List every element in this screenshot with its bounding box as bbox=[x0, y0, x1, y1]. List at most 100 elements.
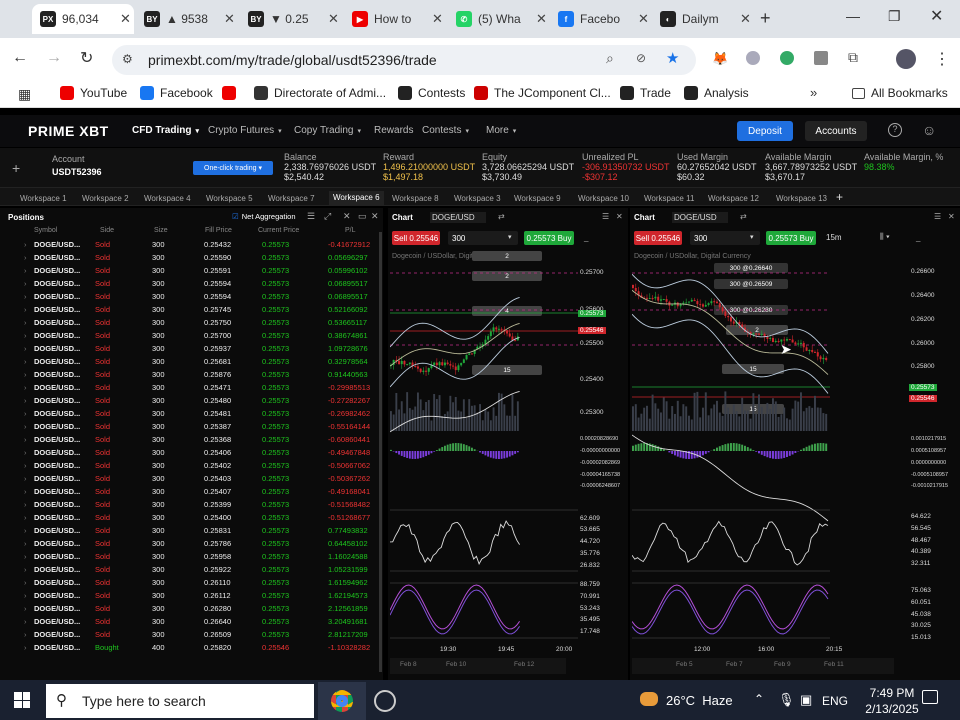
close-window-icon[interactable]: ✕ bbox=[930, 6, 943, 26]
workspace-tab[interactable]: Workspace 3 bbox=[454, 194, 501, 203]
browser-tab[interactable]: BY ▲ 9538 ✕ bbox=[136, 4, 238, 34]
chart-collapse-icon[interactable]: _ bbox=[584, 233, 588, 242]
row-expand-icon[interactable]: › bbox=[24, 539, 27, 548]
bookmark-item[interactable]: Directorate of Admi... bbox=[254, 86, 386, 100]
clock-time[interactable]: 7:49 PM bbox=[862, 686, 922, 700]
tab-close-icon[interactable]: ✕ bbox=[536, 11, 547, 27]
mic-icon[interactable]: 🎙 bbox=[778, 692, 795, 708]
table-row[interactable]: › DOGE/USD... Sold 300 0.25406 0.25573 -0.4946… bbox=[0, 446, 372, 459]
table-row[interactable]: › DOGE/USD... Bought 400 0.25820 0.25546 -1.10… bbox=[0, 641, 372, 654]
positions-column-header[interactable]: Size bbox=[154, 227, 168, 234]
row-expand-icon[interactable]: › bbox=[24, 279, 27, 288]
workspace-tab[interactable]: Workspace 4 bbox=[144, 194, 191, 203]
puzzle-icon[interactable]: ⧉ bbox=[848, 49, 858, 66]
app-nav-item[interactable]: Contests ▾ bbox=[422, 125, 469, 136]
help-icon[interactable]: ? bbox=[888, 123, 902, 137]
language-indicator[interactable]: ENG bbox=[822, 694, 848, 708]
row-expand-icon[interactable]: › bbox=[24, 461, 27, 470]
workspace-tab[interactable]: Workspace 11 bbox=[644, 194, 694, 203]
row-expand-icon[interactable]: › bbox=[24, 305, 27, 314]
chart-menu-icon[interactable]: ☰ bbox=[934, 212, 941, 221]
chart-close-icon[interactable]: ✕ bbox=[616, 212, 623, 221]
symbol-selector[interactable]: DOGE/USD bbox=[430, 212, 486, 223]
row-expand-icon[interactable]: › bbox=[24, 240, 27, 249]
table-row[interactable]: › DOGE/USD... Sold 300 0.25590 0.25573 0.05696… bbox=[0, 251, 372, 264]
bookmark-item[interactable] bbox=[222, 86, 242, 100]
positions-close-icon[interactable]: ✕ bbox=[371, 211, 379, 222]
bookmark-item[interactable]: Trade bbox=[620, 86, 671, 100]
table-row[interactable]: › DOGE/USD... Sold 300 0.26280 0.25573 2.12561… bbox=[0, 602, 372, 615]
restore-icon[interactable]: ❐ bbox=[888, 8, 901, 25]
row-expand-icon[interactable]: › bbox=[24, 617, 27, 626]
row-expand-icon[interactable]: › bbox=[24, 383, 27, 392]
row-expand-icon[interactable]: › bbox=[24, 604, 27, 613]
workspace-tab[interactable]: Workspace 1 bbox=[20, 194, 67, 203]
deposit-button[interactable]: Deposit bbox=[737, 121, 793, 141]
workspace-tab[interactable]: Workspace 2 bbox=[82, 194, 129, 203]
row-expand-icon[interactable]: › bbox=[24, 435, 27, 444]
row-expand-icon[interactable]: › bbox=[24, 578, 27, 587]
table-row[interactable]: › DOGE/USD... Sold 300 0.25402 0.25573 -0.5066… bbox=[0, 459, 372, 472]
row-expand-icon[interactable]: › bbox=[24, 513, 27, 522]
tab-close-icon[interactable]: ✕ bbox=[328, 11, 339, 27]
table-row[interactable]: › DOGE/USD... Sold 300 0.26509 0.25573 2.81217… bbox=[0, 628, 372, 641]
table-row[interactable]: › DOGE/USD... Sold 300 0.25368 0.25573 -0.6086… bbox=[0, 433, 372, 446]
table-row[interactable]: › DOGE/USD... Sold 300 0.25681 0.25573 0.32978… bbox=[0, 355, 372, 368]
row-expand-icon[interactable]: › bbox=[24, 500, 27, 509]
table-row[interactable]: › DOGE/USD... Sold 300 0.25786 0.25573 0.64458… bbox=[0, 537, 372, 550]
windows-start-icon[interactable] bbox=[14, 692, 30, 708]
positions-popout-icon[interactable]: ⤢ bbox=[324, 211, 331, 222]
workspace-tab[interactable]: Workspace 5 bbox=[206, 194, 253, 203]
workspace-tab[interactable]: Workspace 9 bbox=[514, 194, 561, 203]
profile-avatar[interactable] bbox=[896, 49, 916, 69]
row-expand-icon[interactable]: › bbox=[24, 370, 27, 379]
table-row[interactable]: › DOGE/USD... Sold 300 0.26640 0.25573 3.20491… bbox=[0, 615, 372, 628]
row-expand-icon[interactable]: › bbox=[24, 396, 27, 405]
row-expand-icon[interactable]: › bbox=[24, 526, 27, 535]
add-workspace-icon[interactable]: + bbox=[836, 190, 843, 204]
site-info-icon[interactable]: ⚙ bbox=[122, 52, 133, 66]
row-expand-icon[interactable]: › bbox=[24, 357, 27, 366]
notifications-icon[interactable] bbox=[922, 690, 938, 704]
bookmark-item[interactable]: The JComponent Cl... bbox=[474, 86, 611, 100]
table-row[interactable]: › DOGE/USD... Sold 300 0.25750 0.25573 0.53665… bbox=[0, 316, 372, 329]
extension-icon-3[interactable] bbox=[814, 51, 828, 65]
app-nav-item[interactable]: Rewards bbox=[374, 125, 413, 136]
browser-tab[interactable]: ▶ How to ✕ bbox=[344, 4, 446, 34]
apps-grid-icon[interactable]: ▦ bbox=[18, 86, 31, 103]
menu-kebab-icon[interactable]: ⋮ bbox=[934, 49, 950, 69]
timeframe-selector[interactable]: 15m bbox=[826, 233, 842, 242]
clock-date[interactable]: 2/13/2025 bbox=[858, 702, 926, 716]
app-nav-item[interactable]: Crypto Futures ▾ bbox=[208, 125, 282, 136]
workspace-tab[interactable]: Workspace 7 bbox=[268, 194, 315, 203]
minimize-icon[interactable]: — bbox=[846, 8, 860, 24]
add-icon[interactable]: + bbox=[12, 160, 20, 176]
row-expand-icon[interactable]: › bbox=[24, 448, 27, 457]
positions-column-header[interactable]: Current Price bbox=[258, 227, 299, 234]
browser-tab[interactable]: ✆ (5) Wha ✕ bbox=[448, 4, 550, 34]
table-row[interactable]: › DOGE/USD... Sold 300 0.25403 0.25573 -0.5036… bbox=[0, 472, 372, 485]
workspace-tab[interactable]: Workspace 6 bbox=[329, 191, 384, 205]
one-click-trading-button[interactable]: One-click trading ▾ bbox=[193, 161, 273, 175]
row-expand-icon[interactable]: › bbox=[24, 565, 27, 574]
workspace-tab[interactable]: Workspace 8 bbox=[392, 194, 439, 203]
indicators-icon[interactable]: ⫼ ▾ bbox=[880, 232, 890, 242]
table-row[interactable]: › DOGE/USD... Sold 300 0.25745 0.25573 0.52166… bbox=[0, 303, 372, 316]
table-row[interactable]: › DOGE/USD... Sold 300 0.25831 0.25573 0.77493… bbox=[0, 524, 372, 537]
row-expand-icon[interactable]: › bbox=[24, 409, 27, 418]
chart-menu-icon[interactable]: ☰ bbox=[602, 212, 609, 221]
account-id[interactable]: USDT52396 bbox=[52, 167, 102, 177]
taskbar-search[interactable]: Type here to search bbox=[46, 684, 314, 718]
table-row[interactable]: › DOGE/USD... Sold 300 0.25594 0.25573 0.06895… bbox=[0, 290, 372, 303]
user-icon[interactable]: ☺ bbox=[922, 122, 936, 138]
positions-column-header[interactable]: Symbol bbox=[34, 227, 57, 234]
positions-minimize-icon[interactable]: ▭ bbox=[358, 211, 367, 222]
forward-icon[interactable]: → bbox=[46, 49, 62, 67]
browser-tab[interactable]: ◐ Dailym ✕ bbox=[652, 4, 754, 34]
tab-close-icon[interactable]: ✕ bbox=[120, 11, 131, 27]
extension-icon-1[interactable] bbox=[746, 51, 760, 65]
app-taskbar-icon[interactable] bbox=[374, 690, 396, 712]
quantity-chevron-icon[interactable]: ▾ bbox=[750, 233, 754, 241]
tab-close-icon[interactable]: ✕ bbox=[432, 11, 443, 27]
bookmark-item[interactable]: Facebook bbox=[140, 86, 213, 100]
